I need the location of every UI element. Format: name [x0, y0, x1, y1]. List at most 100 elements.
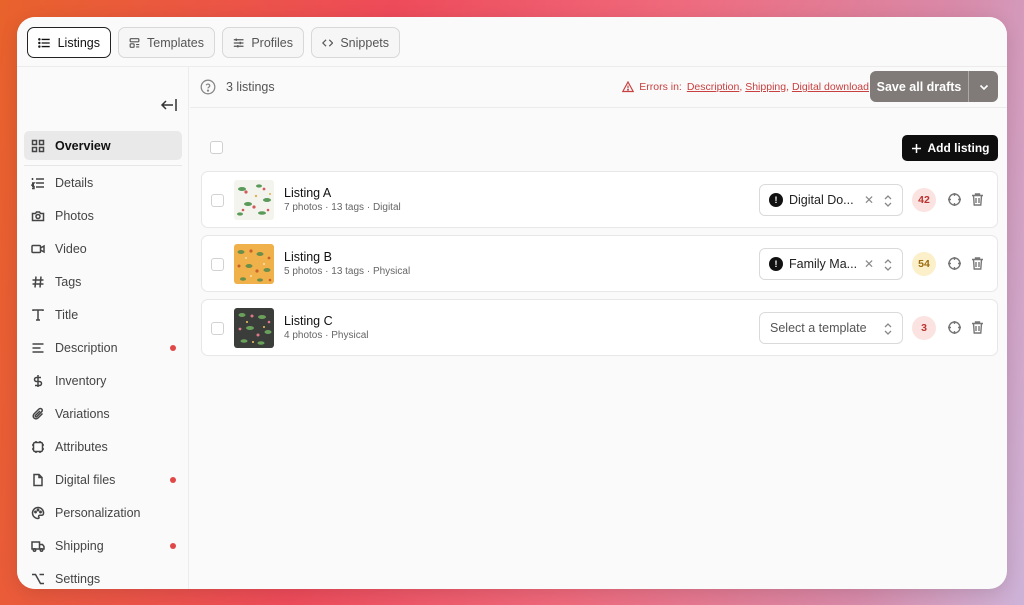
- chip-icon: [31, 440, 45, 454]
- add-listing-label: Add listing: [927, 141, 990, 155]
- listing-name: Listing B: [284, 250, 332, 264]
- grid-icon: [31, 139, 45, 153]
- sidebar-item-inventory[interactable]: Inventory: [24, 366, 182, 395]
- dollar-icon: [31, 374, 45, 388]
- trash-icon[interactable]: [970, 192, 985, 207]
- sidebar-item-overview[interactable]: Overview: [24, 131, 182, 160]
- target-icon[interactable]: [947, 320, 962, 335]
- hash-icon: [31, 275, 45, 289]
- tab-label: Listings: [57, 35, 100, 50]
- error-dot: [170, 476, 176, 483]
- error-link-shipping[interactable]: Shipping: [745, 81, 786, 93]
- camera-icon: [31, 209, 45, 223]
- score-badge: 54: [912, 252, 936, 276]
- save-options-dropdown[interactable]: [969, 81, 998, 93]
- layout-icon: [129, 37, 140, 48]
- align-left-icon: [31, 341, 45, 355]
- sidebar-item-label: Personalization: [55, 505, 141, 520]
- sidebar-item-variations[interactable]: Variations: [24, 399, 182, 428]
- list-numbered-icon: [31, 176, 45, 190]
- sidebar-item-label: Variations: [55, 406, 110, 421]
- error-dot: [170, 542, 176, 549]
- collapse-sidebar-icon[interactable]: [160, 97, 178, 113]
- app-window: Listings Templates Profiles Snippets Ove…: [17, 17, 1007, 589]
- sliders-icon: [233, 38, 244, 47]
- error-dot: [170, 344, 176, 351]
- list-icon: [38, 37, 50, 48]
- sidebar-item-tags[interactable]: Tags: [24, 267, 182, 296]
- warning-icon: [622, 81, 635, 93]
- top-tab-bar: Listings Templates Profiles Snippets: [17, 17, 1007, 67]
- plus-icon: [911, 143, 921, 153]
- listing-row[interactable]: Listing C 4 photos · Physical Select a t…: [201, 299, 998, 356]
- template-value: Digital Do...: [789, 193, 854, 207]
- sidebar-item-personalization[interactable]: Personalization: [24, 498, 182, 527]
- sidebar-item-digital-files[interactable]: Digital files: [24, 465, 182, 494]
- template-logo-icon: !: [769, 193, 783, 207]
- truck-icon: [31, 539, 45, 553]
- paperclip-icon: [31, 407, 45, 421]
- trash-icon[interactable]: [970, 320, 985, 335]
- errors-prefix: Errors in:: [639, 81, 682, 93]
- row-checkbox[interactable]: [211, 258, 224, 271]
- save-all-drafts-button[interactable]: Save all drafts: [870, 71, 998, 102]
- trash-icon[interactable]: [970, 256, 985, 271]
- error-link-digital-download[interactable]: Digital download: [792, 81, 869, 93]
- template-select[interactable]: ! Digital Do... ✕: [759, 184, 903, 216]
- score-badge: 42: [912, 188, 936, 212]
- help-icon[interactable]: [200, 79, 216, 95]
- sidebar-item-label: Tags: [55, 274, 82, 289]
- error-links: Description, Shipping, Digital download: [686, 81, 869, 93]
- listing-thumbnail: [234, 308, 274, 348]
- target-icon[interactable]: [947, 256, 962, 271]
- error-summary: Errors in: Description, Shipping, Digita…: [622, 81, 869, 93]
- sidebar-item-title[interactable]: Title: [24, 300, 182, 329]
- chevron-updown-icon: [884, 323, 892, 335]
- listing-row[interactable]: Listing A 7 photos · 13 tags · Digital !…: [201, 171, 998, 228]
- row-checkbox[interactable]: [211, 194, 224, 207]
- sidebar-item-label: Inventory: [55, 373, 107, 388]
- tab-label: Templates: [147, 35, 204, 50]
- listing-meta: 4 photos · Physical: [284, 330, 369, 341]
- sidebar-item-description[interactable]: Description: [24, 333, 182, 362]
- sidebar-item-photos[interactable]: Photos: [24, 201, 182, 230]
- listing-thumbnail: [234, 180, 274, 220]
- add-listing-button[interactable]: Add listing: [902, 135, 998, 161]
- sidebar-item-label: Video: [55, 241, 87, 256]
- tab-profiles[interactable]: Profiles: [222, 27, 304, 58]
- tab-templates[interactable]: Templates: [118, 27, 215, 58]
- listing-row[interactable]: Listing B 5 photos · 13 tags · Physical …: [201, 235, 998, 292]
- clear-icon[interactable]: ✕: [862, 257, 876, 271]
- target-icon[interactable]: [947, 192, 962, 207]
- chevron-down-icon: [979, 84, 988, 90]
- sidebar-item-settings[interactable]: Settings: [24, 564, 182, 589]
- template-select[interactable]: Select a template: [759, 312, 903, 344]
- type-icon: [31, 308, 45, 322]
- palette-icon: [31, 506, 45, 520]
- chevron-updown-icon: [884, 195, 892, 207]
- tab-snippets[interactable]: Snippets: [311, 27, 400, 58]
- select-all-checkbox[interactable]: [210, 141, 223, 154]
- listings-header: 3 listings Errors in: Description, Shipp…: [190, 67, 1007, 108]
- row-checkbox[interactable]: [211, 322, 224, 335]
- sidebar-item-label: Photos: [55, 208, 94, 223]
- sidebar-item-label: Digital files: [55, 472, 116, 487]
- template-value: Family Ma...: [789, 257, 858, 271]
- code-icon: [322, 38, 334, 47]
- template-logo-icon: !: [769, 257, 783, 271]
- sidebar: Overview Details Photos Video Tags Title…: [17, 67, 189, 589]
- clear-icon[interactable]: ✕: [862, 193, 876, 207]
- sidebar-item-label: Description: [55, 340, 118, 355]
- main-panel: 3 listings Errors in: Description, Shipp…: [190, 67, 1007, 589]
- listing-name: Listing A: [284, 186, 332, 200]
- error-link-description[interactable]: Description: [687, 81, 740, 93]
- sidebar-item-shipping[interactable]: Shipping: [24, 531, 182, 560]
- listing-meta: 7 photos · 13 tags · Digital: [284, 202, 401, 213]
- tab-listings[interactable]: Listings: [27, 27, 111, 58]
- template-select[interactable]: ! Family Ma... ✕: [759, 248, 903, 280]
- sidebar-item-attributes[interactable]: Attributes: [24, 432, 182, 461]
- sidebar-item-details[interactable]: Details: [24, 168, 182, 197]
- sidebar-item-video[interactable]: Video: [24, 234, 182, 263]
- sidebar-item-label: Settings: [55, 571, 101, 586]
- chevron-updown-icon: [884, 259, 892, 271]
